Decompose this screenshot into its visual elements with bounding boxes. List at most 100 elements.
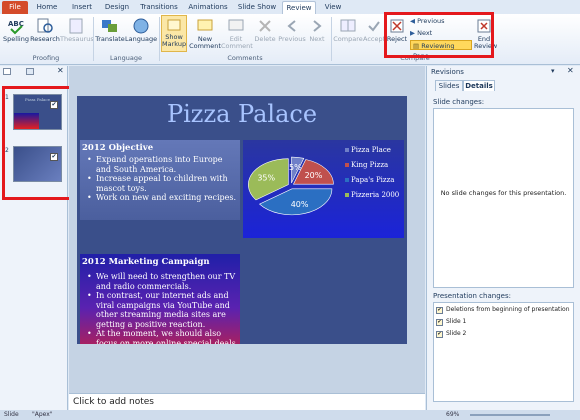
legend-label: King Pizza bbox=[351, 161, 389, 169]
tab-transitions[interactable]: Transitions bbox=[136, 1, 182, 14]
translate-label: Translate bbox=[95, 35, 125, 43]
spelling-label: Spelling bbox=[3, 35, 29, 43]
theme-status: "Apex" bbox=[32, 411, 53, 418]
thesaurus-icon bbox=[69, 18, 83, 34]
legend-swatch bbox=[345, 163, 349, 167]
legend-swatch bbox=[345, 193, 349, 197]
chart-box: 5% 20% 40% 35% Pizza Place King Pizza Papa'… bbox=[243, 140, 404, 238]
slide-changes-list: No slide changes for this presentation. bbox=[433, 108, 574, 288]
objective-bullet: Work on new and exciting recipes. bbox=[86, 193, 240, 203]
show-markup-label: Show Markup bbox=[162, 33, 187, 48]
slide-canvas[interactable]: Pizza Palace 2012 Objective Expand opera… bbox=[77, 96, 407, 344]
presentation-changes-list: ✔ Deletions from beginning of presentatio… bbox=[433, 302, 574, 402]
edit-comment-icon bbox=[228, 19, 244, 31]
legend-label: Pizza Place bbox=[351, 146, 391, 154]
slide-status: Slide bbox=[4, 411, 19, 418]
status-bar: Slide "Apex" 69% bbox=[0, 410, 580, 420]
objective-box: 2012 Objective Expand operations into Eu… bbox=[80, 140, 240, 220]
marketing-bullet: In contrast, our internet ads and viral … bbox=[86, 291, 240, 329]
outline-view-icon[interactable] bbox=[26, 68, 34, 75]
research-icon bbox=[37, 18, 53, 33]
change-item-label: Slide 2 bbox=[446, 330, 467, 337]
show-markup-icon bbox=[167, 19, 181, 31]
previous-comment-button[interactable]: Previous bbox=[278, 17, 306, 43]
legend-swatch bbox=[345, 178, 349, 182]
legend-item: Pizzeria 2000 bbox=[345, 191, 403, 199]
accept-icon bbox=[368, 21, 380, 32]
delete-comment-button[interactable]: Delete bbox=[252, 17, 278, 43]
spelling-icon: ABC bbox=[8, 20, 24, 35]
thesaurus-button[interactable]: Thesaurus bbox=[60, 17, 94, 43]
accept-button[interactable]: Accept bbox=[363, 17, 385, 43]
edit-comment-label: Edit Comment bbox=[221, 35, 253, 50]
research-button[interactable]: Research bbox=[30, 17, 60, 43]
zoom-level: 69% bbox=[446, 411, 460, 418]
change-item[interactable]: ✔ Deletions from beginning of presentatio… bbox=[436, 306, 570, 314]
marketing-box: 2012 Marketing Campaign We will need to … bbox=[80, 254, 240, 344]
tab-slides[interactable]: Slides bbox=[435, 80, 463, 91]
tab-slide-show[interactable]: Slide Show bbox=[235, 1, 279, 14]
comments-group-label: Comments bbox=[227, 54, 263, 62]
marketing-bullet: We will need to strengthen our TV and ra… bbox=[86, 272, 240, 291]
translate-icon bbox=[102, 20, 117, 32]
zoom-slider[interactable] bbox=[470, 414, 550, 416]
new-comment-button[interactable]: New Comment bbox=[189, 17, 221, 50]
legend-item: Papa's Pizza bbox=[345, 176, 403, 184]
close-panel-icon[interactable]: ✕ bbox=[57, 66, 64, 75]
tab-home[interactable]: Home bbox=[32, 1, 62, 14]
next-label: Next bbox=[309, 35, 325, 43]
new-comment-icon bbox=[197, 19, 213, 31]
new-comment-label: New Comment bbox=[189, 35, 221, 50]
pie-data-label: 40% bbox=[291, 200, 309, 209]
compare-label: Compare bbox=[333, 35, 363, 43]
spelling-button[interactable]: ABC Spelling bbox=[2, 17, 30, 43]
legend-item: Pizza Place bbox=[345, 146, 403, 154]
change-item-label: Slide 1 bbox=[446, 318, 467, 325]
objective-bullet: Expand operations into Europe and South … bbox=[86, 155, 240, 174]
close-pane-icon[interactable]: ✕ bbox=[567, 66, 574, 75]
pie-data-label: 20% bbox=[305, 171, 323, 180]
translate-button[interactable]: Translate bbox=[95, 17, 125, 43]
language-label: Language bbox=[125, 35, 158, 43]
show-markup-button[interactable]: Show Markup bbox=[161, 15, 187, 52]
presentation-changes-label: Presentation changes: bbox=[433, 292, 511, 300]
edit-comment-button[interactable]: Edit Comment bbox=[221, 17, 253, 50]
next-comment-button[interactable]: Next bbox=[306, 17, 328, 43]
notes-area[interactable]: Click to add notes bbox=[69, 393, 425, 410]
tab-details[interactable]: Details bbox=[463, 80, 495, 91]
delete-label: Delete bbox=[254, 35, 276, 43]
change-marker-icon: ✔ bbox=[436, 331, 443, 338]
tab-design[interactable]: Design bbox=[101, 1, 133, 14]
slides-view-icon[interactable] bbox=[3, 68, 11, 75]
legend-label: Papa's Pizza bbox=[351, 176, 395, 184]
slide-changes-label: Slide changes: bbox=[433, 98, 485, 106]
language-button[interactable]: Language bbox=[125, 17, 157, 43]
tab-review[interactable]: Review bbox=[282, 1, 316, 14]
chart-legend: Pizza Place King Pizza Papa's Pizza Pizz… bbox=[345, 146, 403, 199]
delete-icon bbox=[259, 20, 271, 32]
slide-editor: Pizza Palace 2012 Objective Expand opera… bbox=[69, 66, 425, 393]
marketing-heading: 2012 Marketing Campaign bbox=[82, 257, 210, 267]
pane-options-icon[interactable]: ▾ bbox=[551, 67, 555, 75]
tab-view[interactable]: View bbox=[320, 1, 346, 14]
revisions-pane: Revisions ▾ ✕ Slides Details Slide chang… bbox=[426, 66, 580, 410]
proofing-group-label: Proofing bbox=[32, 54, 60, 62]
next-icon bbox=[313, 20, 322, 32]
tab-file[interactable]: File bbox=[2, 1, 28, 14]
compare-button[interactable]: Compare bbox=[333, 17, 363, 43]
highlight-box-thumbnails bbox=[2, 86, 78, 200]
research-label: Research bbox=[30, 35, 60, 43]
tab-insert[interactable]: Insert bbox=[66, 1, 98, 14]
compare-icon bbox=[340, 19, 356, 32]
pie-data-label: 35% bbox=[257, 173, 275, 182]
marketing-bullet: At the moment, we should also focus on m… bbox=[86, 329, 240, 344]
change-item[interactable]: ✔ Slide 2 bbox=[436, 330, 466, 338]
no-changes-message: No slide changes for this presentation. bbox=[440, 189, 567, 197]
change-marker-icon: ✔ bbox=[436, 307, 443, 314]
change-marker-icon: ✔ bbox=[436, 319, 443, 326]
language-group-label: Language bbox=[109, 54, 143, 62]
objective-heading: 2012 Objective bbox=[82, 143, 154, 153]
change-item[interactable]: ✔ Slide 1 bbox=[436, 318, 466, 326]
tab-animations[interactable]: Animations bbox=[185, 1, 231, 14]
legend-swatch bbox=[345, 148, 349, 152]
